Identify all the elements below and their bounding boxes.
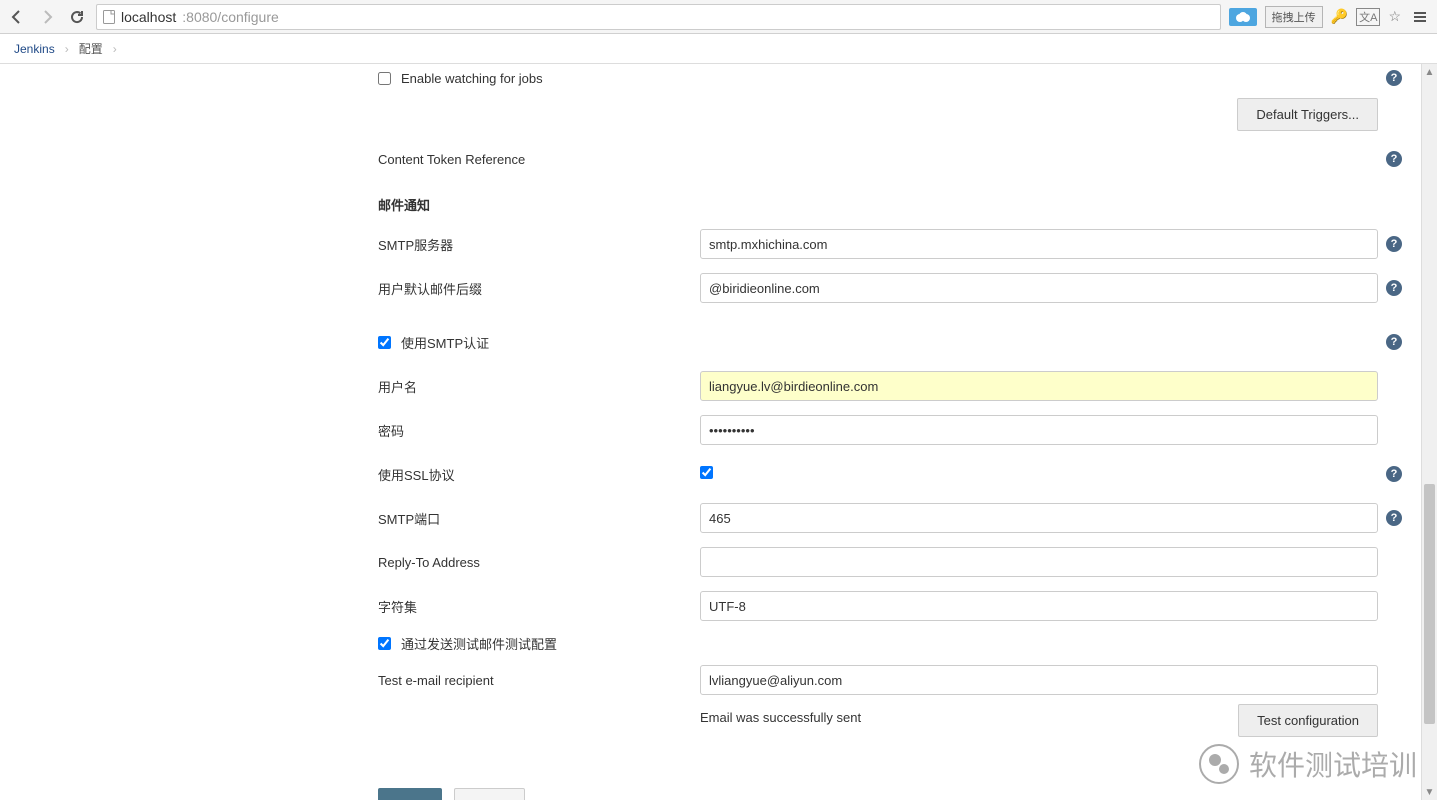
menu-button[interactable] bbox=[1409, 6, 1431, 28]
enable-watching-label: Enable watching for jobs bbox=[401, 71, 543, 86]
chevron-right-icon: › bbox=[113, 42, 117, 56]
content-token-row: Content Token Reference ? bbox=[378, 137, 1408, 181]
content-token-label: Content Token Reference bbox=[378, 152, 700, 167]
scroll-down-arrow[interactable]: ▼ bbox=[1422, 784, 1437, 800]
email-sent-status: Email was successfully sent bbox=[700, 702, 861, 725]
watermark-text: 软件测试培训 bbox=[1249, 744, 1417, 784]
smtp-port-label: SMTP端口 bbox=[378, 509, 700, 528]
address-bar[interactable]: localhost :8080/configure bbox=[96, 4, 1221, 30]
reply-to-input[interactable] bbox=[700, 547, 1378, 577]
reply-to-row: Reply-To Address bbox=[378, 540, 1408, 584]
reply-to-label: Reply-To Address bbox=[378, 555, 700, 570]
use-smtp-auth-checkbox[interactable] bbox=[378, 336, 391, 349]
charset-row: 字符集 bbox=[378, 584, 1408, 628]
translate-icon[interactable]: 文A bbox=[1356, 8, 1380, 26]
breadcrumb-current: 配置 bbox=[79, 40, 103, 57]
save-button[interactable]: 保存 bbox=[378, 788, 442, 800]
help-icon[interactable]: ? bbox=[1386, 151, 1402, 167]
smtp-port-row: SMTP端口 ? bbox=[378, 496, 1408, 540]
page-icon bbox=[103, 10, 115, 24]
password-input[interactable] bbox=[700, 415, 1378, 445]
key-icon[interactable]: 🔑 bbox=[1331, 8, 1348, 25]
test-recipient-input[interactable] bbox=[700, 665, 1378, 695]
url-host: localhost bbox=[121, 9, 176, 25]
default-suffix-input[interactable] bbox=[700, 273, 1378, 303]
smtp-server-input[interactable] bbox=[700, 229, 1378, 259]
test-recipient-label: Test e-mail recipient bbox=[378, 673, 700, 688]
charset-label: 字符集 bbox=[378, 597, 700, 616]
test-recipient-row: Test e-mail recipient bbox=[378, 658, 1408, 702]
smtp-server-label: SMTP服务器 bbox=[378, 235, 700, 254]
help-icon[interactable]: ? bbox=[1386, 70, 1402, 86]
test-send-row: 通过发送测试邮件测试配置 bbox=[378, 628, 1408, 658]
drag-upload-button[interactable]: 拖拽上传 bbox=[1265, 6, 1323, 28]
use-ssl-label: 使用SSL协议 bbox=[378, 465, 700, 484]
charset-input[interactable] bbox=[700, 591, 1378, 621]
default-suffix-label: 用户默认邮件后缀 bbox=[378, 279, 700, 298]
forward-button[interactable] bbox=[36, 6, 58, 28]
cloud-icon bbox=[1235, 11, 1251, 23]
help-icon[interactable]: ? bbox=[1386, 466, 1402, 482]
smtp-server-row: SMTP服务器 ? bbox=[378, 222, 1408, 266]
help-icon[interactable]: ? bbox=[1386, 334, 1402, 350]
enable-watching-checkbox[interactable] bbox=[378, 72, 391, 85]
help-icon[interactable]: ? bbox=[1386, 280, 1402, 296]
help-icon[interactable]: ? bbox=[1386, 510, 1402, 526]
apply-button[interactable]: Apply bbox=[454, 788, 525, 800]
username-label: 用户名 bbox=[378, 377, 700, 396]
section-mail-notify: 邮件通知 bbox=[378, 181, 1408, 222]
url-path: :8080/configure bbox=[182, 9, 279, 25]
username-input[interactable] bbox=[700, 371, 1378, 401]
use-ssl-row: 使用SSL协议 ? bbox=[378, 452, 1408, 496]
chrome-action-icons: 🔑 文A ☆ bbox=[1331, 8, 1401, 26]
help-icon[interactable]: ? bbox=[1386, 236, 1402, 252]
breadcrumb: Jenkins › 配置 › bbox=[0, 34, 1437, 64]
use-smtp-auth-row: 使用SMTP认证 ? bbox=[378, 320, 1408, 364]
username-row: 用户名 bbox=[378, 364, 1408, 408]
test-send-checkbox[interactable] bbox=[378, 637, 391, 650]
default-triggers-button[interactable]: Default Triggers... bbox=[1237, 98, 1378, 131]
chevron-right-icon: › bbox=[65, 42, 69, 56]
password-label: 密码 bbox=[378, 421, 700, 440]
test-configuration-button[interactable]: Test configuration bbox=[1238, 704, 1378, 737]
enable-watching-row: Enable watching for jobs ? bbox=[378, 64, 1408, 92]
reload-button[interactable] bbox=[66, 6, 88, 28]
breadcrumb-root[interactable]: Jenkins bbox=[14, 42, 55, 56]
scrollbar-thumb[interactable] bbox=[1424, 484, 1435, 724]
use-smtp-auth-label: 使用SMTP认证 bbox=[401, 333, 489, 352]
smtp-port-input[interactable] bbox=[700, 503, 1378, 533]
browser-toolbar: localhost :8080/configure 拖拽上传 🔑 文A ☆ bbox=[0, 0, 1437, 34]
bookmark-icon[interactable]: ☆ bbox=[1388, 8, 1401, 25]
back-button[interactable] bbox=[6, 6, 28, 28]
test-send-label: 通过发送测试邮件测试配置 bbox=[401, 634, 557, 653]
extension-badge[interactable] bbox=[1229, 8, 1257, 26]
watermark: 软件测试培训 bbox=[1199, 744, 1417, 784]
scroll-up-arrow[interactable]: ▲ bbox=[1422, 64, 1437, 80]
use-ssl-checkbox[interactable] bbox=[700, 466, 713, 479]
wechat-icon bbox=[1199, 744, 1239, 784]
password-row: 密码 bbox=[378, 408, 1408, 452]
vertical-scrollbar[interactable]: ▲ ▼ bbox=[1421, 64, 1437, 800]
page-body: Enable watching for jobs ? Default Trigg… bbox=[0, 64, 1437, 800]
default-suffix-row: 用户默认邮件后缀 ? bbox=[378, 266, 1408, 310]
